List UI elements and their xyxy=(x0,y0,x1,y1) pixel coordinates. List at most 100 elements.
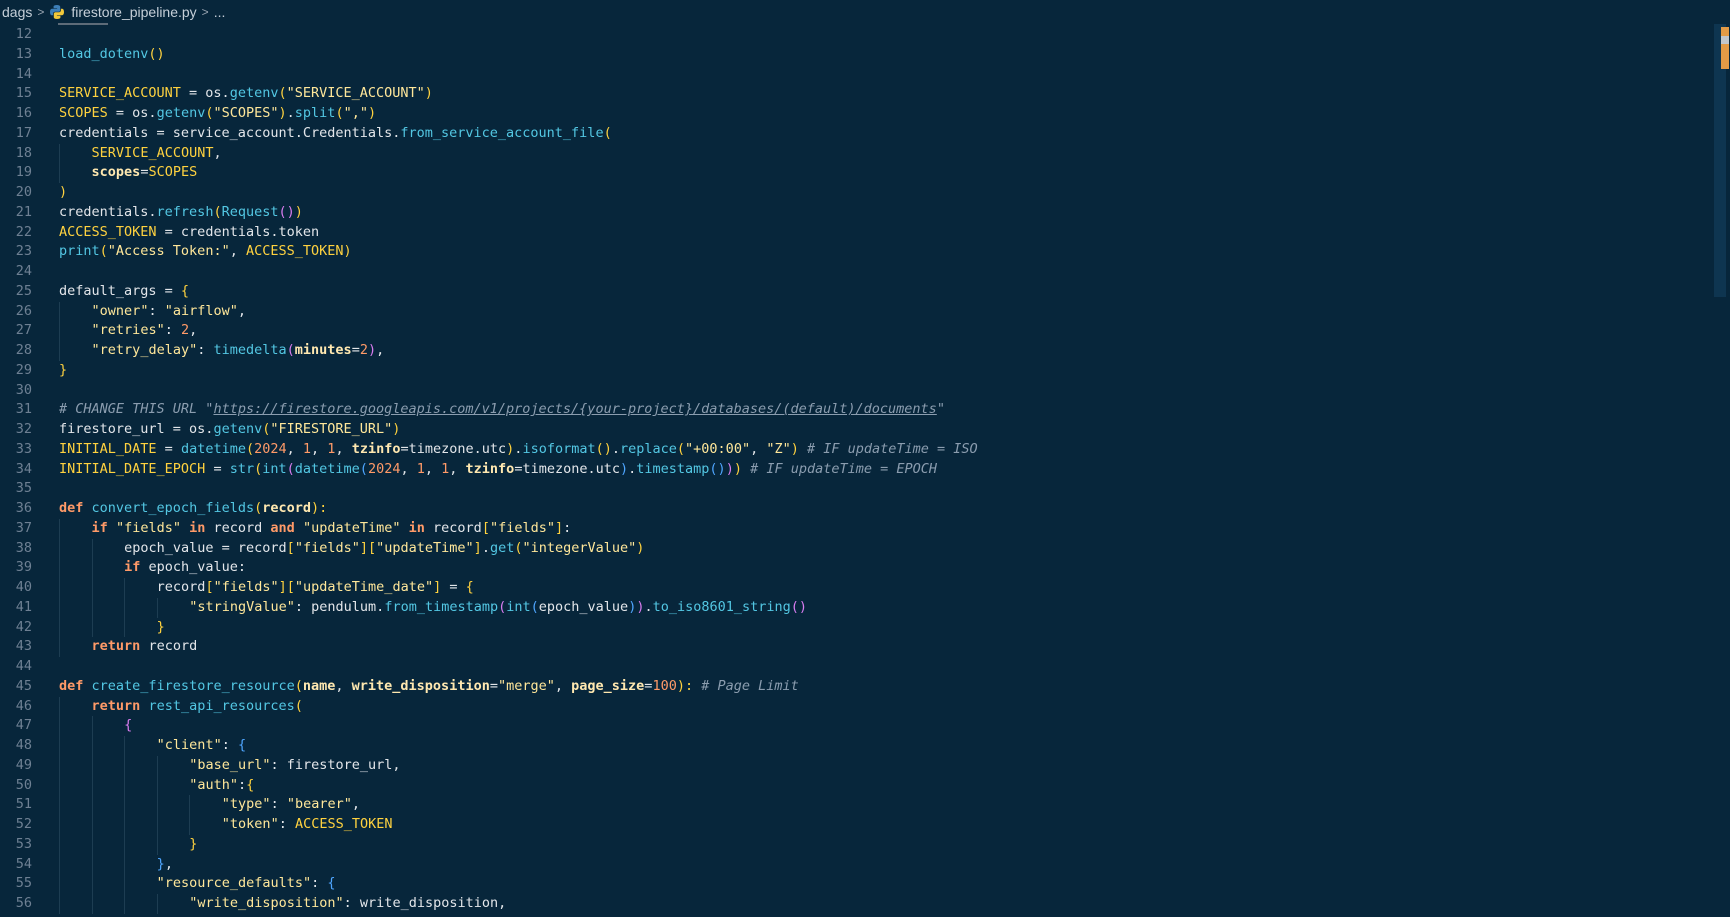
code-token: } xyxy=(156,855,165,872)
indent-guide xyxy=(124,815,126,835)
code-token: ( xyxy=(603,124,612,141)
code-line[interactable]: 22 ACCESS_TOKEN = credentials.token xyxy=(0,223,1710,243)
code-line[interactable]: 19 scopes=SCOPES xyxy=(0,163,1710,183)
code-token: "owner" xyxy=(91,302,149,319)
code-token: getenv xyxy=(229,85,279,102)
code-line[interactable]: 25 default_args = { xyxy=(0,282,1710,302)
code-line[interactable]: 20) xyxy=(0,183,1710,203)
indent-guide xyxy=(156,815,158,835)
code-token: "retries" xyxy=(91,322,165,339)
code-line[interactable]: 21 credentials.refresh(Request()) xyxy=(0,203,1710,223)
line-number: 42 xyxy=(15,618,32,635)
code-text: epoch_value = record["fields"]["updateTi… xyxy=(124,539,644,559)
code-line[interactable]: 50 "auth":{ xyxy=(0,775,1710,796)
code-token: ) xyxy=(343,243,352,260)
code-line[interactable]: 31 # CHANGE THIS URL "https://firestore.g… xyxy=(0,400,1710,420)
code-token: # IF updateTime = ISO xyxy=(798,440,978,457)
code-line[interactable]: 46 return rest_api_resources( xyxy=(0,696,1710,717)
code-token: "updateTime" xyxy=(302,519,401,536)
code-line[interactable]: 52 "token": ACCESS_TOKEN xyxy=(0,815,1710,835)
code-line[interactable]: 29} xyxy=(0,361,1710,381)
code-text: "base_url": firestore_url, xyxy=(189,756,400,776)
code-line[interactable]: 14 xyxy=(0,65,1710,85)
code-line[interactable]: 13 load_dotenv() xyxy=(0,45,1710,65)
code-token: timestamp xyxy=(636,460,710,477)
indent-guide xyxy=(124,578,126,598)
code-line[interactable]: 26 "owner": "airflow", xyxy=(0,301,1710,322)
code-token: , xyxy=(449,460,466,477)
code-token: , xyxy=(554,677,572,694)
indent-guide xyxy=(91,736,93,756)
code-text: load_dotenv() xyxy=(59,45,165,65)
breadcrumb-folder[interactable]: dags xyxy=(0,4,34,20)
code-token: () xyxy=(595,440,612,457)
code-line[interactable]: 56 "write_disposition": write_disposition… xyxy=(0,894,1710,914)
code-line[interactable]: 34 INITIAL_DATE_EPOCH = str(int(datetime(… xyxy=(0,460,1710,480)
code-line[interactable]: 35 xyxy=(0,479,1710,499)
code-token: ) xyxy=(725,460,734,477)
code-token: "Z" xyxy=(766,440,791,457)
indent-guide xyxy=(59,558,60,578)
code-line[interactable]: 45 def create_firestore_resource(name, wr… xyxy=(0,677,1710,697)
code-line[interactable]: 39 if epoch_value: xyxy=(0,558,1710,578)
code-text: } xyxy=(157,618,165,638)
breadcrumb-file[interactable]: firestore_pipeline.py xyxy=(69,4,198,20)
code-line[interactable]: 41 "stringValue": pendulum.from_timestamp… xyxy=(0,597,1710,618)
indent-guide xyxy=(156,834,158,855)
code-area[interactable]: 12 13 load_dotenv() 14 15 SERVICE_ACCOUNT = o… xyxy=(0,25,1710,914)
code-token: ( xyxy=(278,85,287,102)
code-line[interactable]: 24 xyxy=(0,262,1710,282)
code-line[interactable]: 36 def convert_epoch_fields(record): xyxy=(0,499,1710,519)
code-line[interactable]: 23 print("Access Token:", ACCESS_TOKEN) xyxy=(0,242,1710,262)
code-line[interactable]: 49 "base_url": firestore_url, xyxy=(0,755,1710,776)
code-token: epoch_value xyxy=(538,598,629,615)
code-line[interactable]: 55 "resource_defaults": { xyxy=(0,874,1710,894)
code-token: ) xyxy=(294,203,303,220)
code-line[interactable]: 33 INITIAL_DATE = datetime(2024, 1, 1, tz… xyxy=(0,440,1710,460)
code-token: ( xyxy=(245,440,255,457)
code-line[interactable]: 37 if "fields" in record and "updateTime"… xyxy=(0,518,1710,539)
code-line[interactable]: 40 record["fields"]["updateTime_date"] = … xyxy=(0,578,1710,598)
code-token: , xyxy=(213,144,222,161)
code-token: "auth" xyxy=(189,776,239,793)
code-token: : xyxy=(148,302,165,319)
code-line[interactable]: 30 xyxy=(0,381,1710,401)
code-line[interactable]: 47 { xyxy=(0,716,1710,736)
code-line[interactable]: 53} xyxy=(0,834,1710,855)
code-token: and xyxy=(270,519,295,536)
code-line[interactable]: 42} xyxy=(0,617,1710,638)
code-token: "fields" xyxy=(213,579,279,595)
code-line[interactable]: 17 credentials = service_account.Credenti… xyxy=(0,124,1710,144)
overview-ruler-marker xyxy=(1721,27,1729,69)
indent-guide xyxy=(91,834,93,855)
line-number: 54 xyxy=(15,855,32,872)
code-token: split xyxy=(294,105,336,121)
line-number: 27 xyxy=(15,322,32,339)
code-line[interactable]: 38 epoch_value = record["fields"]["update… xyxy=(0,538,1710,559)
code-token: name xyxy=(302,677,336,694)
code-token: minutes xyxy=(294,342,352,358)
code-line[interactable]: 43 return record xyxy=(0,637,1710,657)
chevron-right-icon: > xyxy=(201,5,209,19)
line-number: 29 xyxy=(15,361,32,378)
code-line[interactable]: 15 SERVICE_ACCOUNT = os.getenv("SERVICE_A… xyxy=(0,84,1710,104)
code-line[interactable]: 18 SERVICE_ACCOUNT, xyxy=(0,143,1710,164)
code-line[interactable]: 54}, xyxy=(0,854,1710,875)
line-number: 25 xyxy=(15,282,32,299)
code-line[interactable]: 28 "retry_delay": timedelta(minutes=2), xyxy=(0,341,1710,361)
code-token: ( xyxy=(286,342,295,358)
indent-guide xyxy=(124,736,126,756)
code-line[interactable]: 27 "retries": 2, xyxy=(0,321,1710,341)
breadcrumb-symbols[interactable]: ... xyxy=(212,4,228,20)
code-token: load_dotenv xyxy=(59,45,149,62)
indent-guide xyxy=(59,854,60,875)
code-line[interactable]: 16 SCOPES = os.getenv("SCOPES").split(","… xyxy=(0,104,1710,124)
code-line[interactable]: 44 xyxy=(0,657,1710,677)
code-line[interactable]: 48 "client": { xyxy=(0,736,1710,756)
code-text: def create_firestore_resource(name, writ… xyxy=(59,677,799,697)
code-line[interactable]: 51 "type": "bearer", xyxy=(0,795,1710,815)
indent-guide xyxy=(124,795,126,815)
code-line[interactable]: 32 firestore_url = os.getenv("FIRESTORE_U… xyxy=(0,420,1710,440)
code-line[interactable]: 12 xyxy=(0,25,1710,45)
